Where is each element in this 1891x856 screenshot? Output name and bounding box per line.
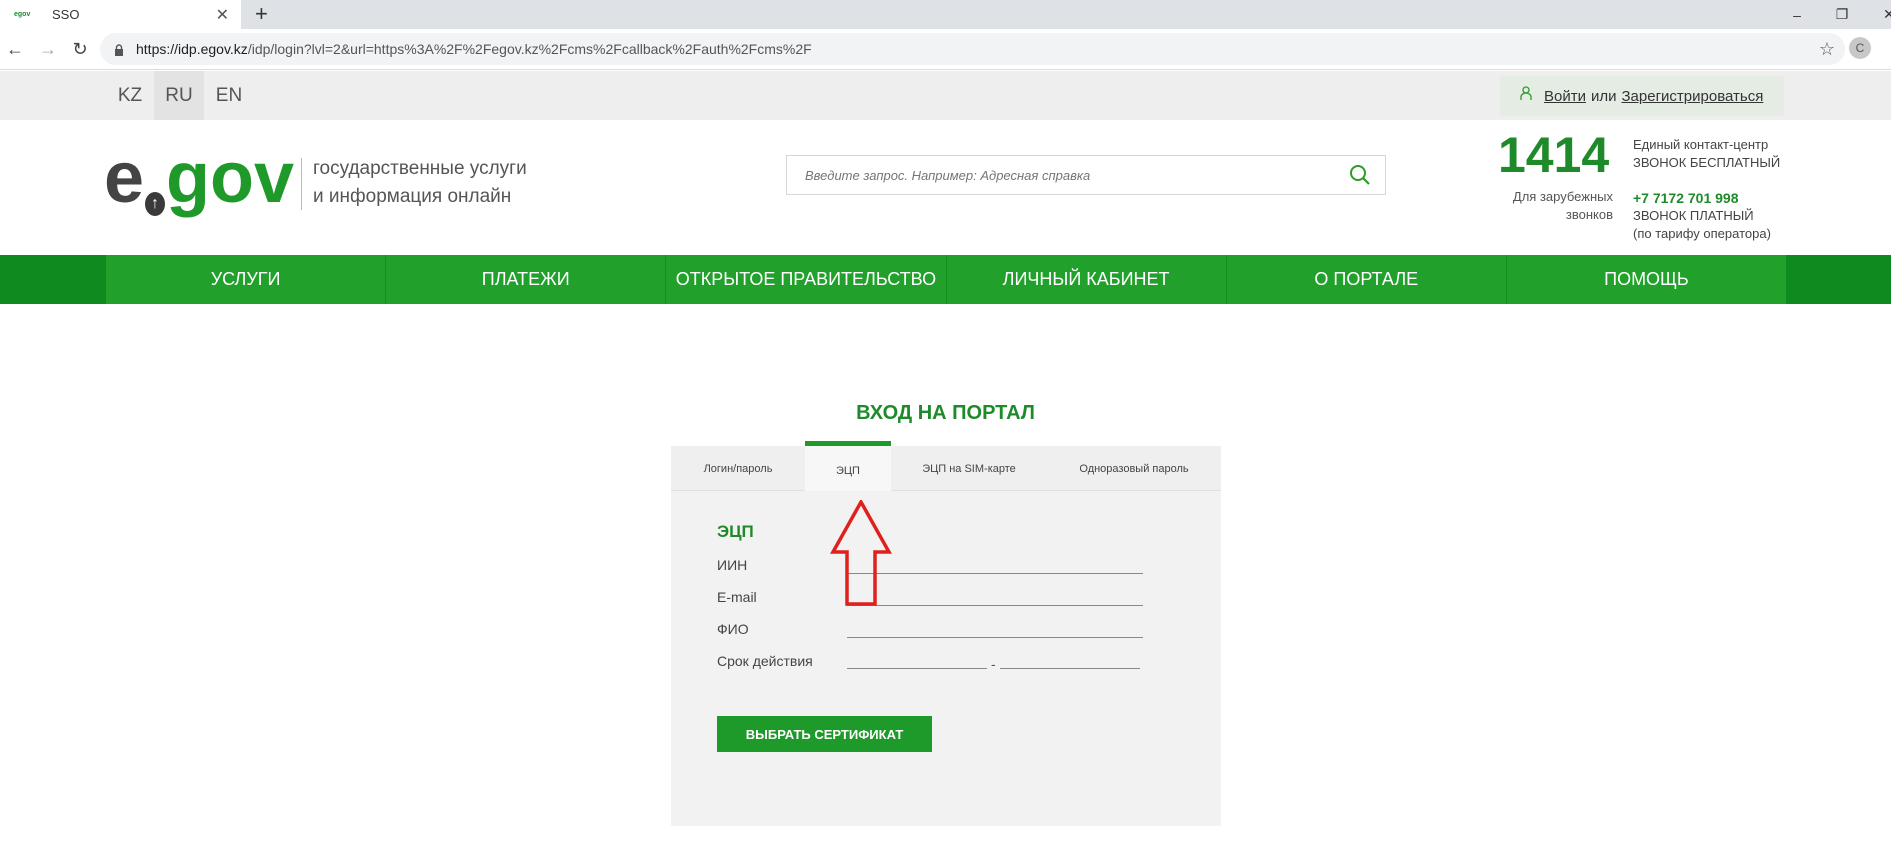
- login-card: Логин/пароль ЭЦП ЭЦП на SIM-карте Однора…: [671, 441, 1221, 826]
- tab-one-time-password[interactable]: Одноразовый пароль: [1047, 446, 1221, 491]
- validity-to-field: [1000, 668, 1140, 669]
- register-link[interactable]: Зарегистрироваться: [1622, 88, 1764, 105]
- portal-topbar: KZ RU EN Войти или Зарегистрироваться: [0, 71, 1891, 120]
- contact-center-info: Единый контакт-центр ЗВОНОК БЕСПЛАТНЫЙ: [1633, 136, 1780, 172]
- main-nav-items: УСЛУГИ ПЛАТЕЖИ ОТКРЫТОЕ ПРАВИТЕЛЬСТВО ЛИ…: [106, 255, 1786, 304]
- free-call-label: ЗВОНОК БЕСПЛАТНЫЙ: [1633, 155, 1781, 170]
- close-window-icon[interactable]: ✕: [1867, 0, 1891, 29]
- validity-from-field: [847, 668, 987, 669]
- back-arrow-icon[interactable]: ←: [3, 37, 27, 61]
- lang-ru[interactable]: RU: [154, 71, 204, 120]
- nav-item-about-portal[interactable]: О ПОРТАЛЕ: [1227, 255, 1507, 304]
- logo-gov: gov: [165, 138, 294, 218]
- search-input[interactable]: [805, 167, 1325, 183]
- or-text: или: [1590, 87, 1617, 105]
- bookmark-star-icon[interactable]: ☆: [1819, 39, 1835, 60]
- tab-login-password[interactable]: Логин/пароль: [671, 446, 805, 491]
- paid-call-label: ЗВОНОК ПЛАТНЫЙ: [1633, 208, 1754, 223]
- main-nav: УСЛУГИ ПЛАТЕЖИ ОТКРЫТОЕ ПРАВИТЕЛЬСТВО ЛИ…: [0, 255, 1891, 304]
- user-icon: [1520, 86, 1532, 106]
- logo-e: e: [104, 138, 145, 218]
- reload-icon[interactable]: ↻: [68, 37, 92, 61]
- nav-item-personal-account[interactable]: ЛИЧНЫЙ КАБИНЕТ: [947, 255, 1227, 304]
- tab-ecp-sim[interactable]: ЭЦП на SIM-карте: [891, 446, 1047, 491]
- nav-item-services[interactable]: УСЛУГИ: [106, 255, 387, 304]
- phone-short: 1414: [1498, 127, 1610, 183]
- validity-separator: -: [991, 656, 996, 672]
- tagline-line1: государственные услуги: [313, 158, 527, 179]
- address-bar[interactable]: https://idp.egov.kz/idp/login?lvl=2&url=…: [100, 33, 1845, 65]
- browser-tab[interactable]: egov SSO ✕: [0, 0, 241, 29]
- url-text[interactable]: https://idp.egov.kz/idp/login?lvl=2&url=…: [136, 41, 812, 57]
- annotation-arrow-icon: [830, 500, 892, 606]
- nav-item-help[interactable]: ПОМОЩЬ: [1507, 255, 1786, 304]
- operator-rate-label: (по тарифу оператора): [1633, 226, 1771, 241]
- ecp-heading: ЭЦП: [717, 522, 754, 541]
- nav-item-open-government[interactable]: ОТКРЫТОЕ ПРАВИТЕЛЬСТВО: [666, 255, 947, 304]
- profile-avatar[interactable]: C: [1849, 37, 1871, 59]
- auth-box: Войти или Зарегистрироваться: [1500, 76, 1784, 116]
- abroad-calls-label: Для зарубежных звонков: [1512, 189, 1613, 222]
- contact-center-label: Единый контакт-центр: [1633, 137, 1769, 152]
- select-certificate-button[interactable]: ВЫБРАТЬ СЕРТИФИКАТ: [717, 716, 932, 752]
- iin-label: ИИН: [717, 557, 748, 573]
- nav-item-payments[interactable]: ПЛАТЕЖИ: [386, 255, 667, 304]
- fio-label: ФИО: [717, 621, 749, 637]
- forward-arrow-icon[interactable]: →: [36, 37, 60, 61]
- lang-kz[interactable]: KZ: [105, 71, 155, 120]
- browser-tabstrip: egov SSO ✕ + – ❐ ✕: [0, 0, 1891, 29]
- login-link[interactable]: Войти: [1544, 88, 1586, 105]
- restore-window-icon[interactable]: ❐: [1820, 0, 1864, 29]
- login-title: ВХОД НА ПОРТАЛ: [856, 402, 1035, 424]
- fio-field: [847, 637, 1143, 638]
- egov-logo[interactable]: e ↑ gov: [104, 142, 294, 216]
- close-tab-icon[interactable]: ✕: [216, 5, 229, 25]
- lock-icon[interactable]: [114, 44, 124, 56]
- phone-paid: +7 7172 701 998: [1633, 190, 1739, 206]
- search-box: [786, 155, 1386, 195]
- login-tabs: Логин/пароль ЭЦП ЭЦП на SIM-карте Однора…: [671, 441, 1221, 491]
- paid-contact-info: +7 7172 701 998 ЗВОНОК ПЛАТНЫЙ (по тариф…: [1633, 189, 1771, 243]
- minimize-window-icon[interactable]: –: [1775, 0, 1819, 29]
- lang-en[interactable]: EN: [204, 71, 254, 120]
- tab-title: SSO: [52, 7, 80, 22]
- logo-divider: [301, 158, 302, 210]
- browser-toolbar: ← → ↻ https://idp.egov.kz/idp/login?lvl=…: [0, 29, 1891, 70]
- new-tab-icon[interactable]: +: [255, 1, 268, 27]
- email-label: E-mail: [717, 589, 757, 605]
- validity-label: Срок действия: [717, 653, 813, 669]
- tagline: государственные услуги и информация онла…: [313, 155, 527, 211]
- tagline-line2: и информация онлайн: [313, 186, 512, 207]
- egov-favicon-icon: egov: [14, 11, 31, 18]
- logo-arrow-icon: ↑: [145, 192, 165, 216]
- search-icon[interactable]: [1349, 164, 1371, 186]
- tab-ecp[interactable]: ЭЦП: [805, 441, 891, 491]
